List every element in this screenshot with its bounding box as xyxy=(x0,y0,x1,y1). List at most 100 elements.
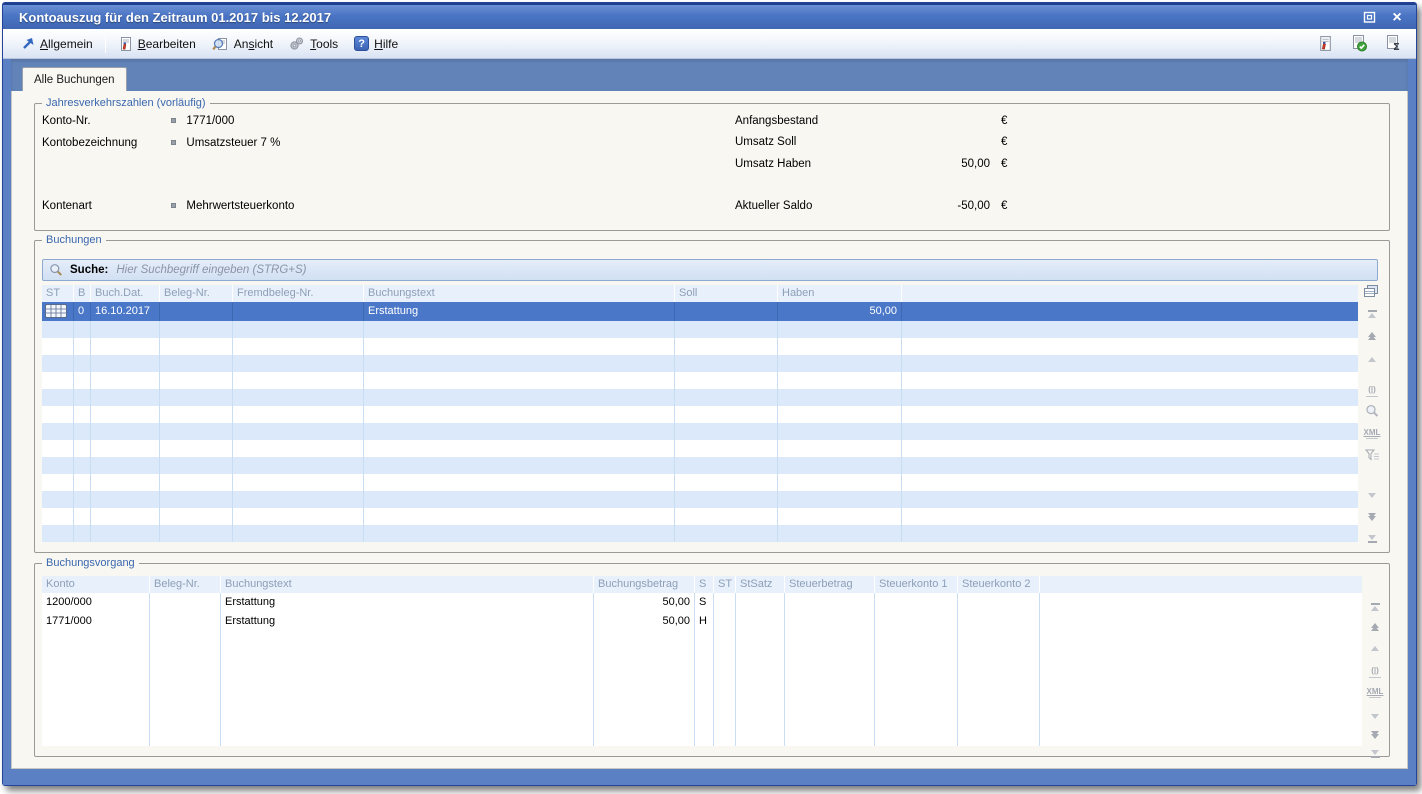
cell xyxy=(902,372,1358,389)
cell xyxy=(42,508,74,525)
booking-row-empty[interactable] xyxy=(42,355,1358,372)
row-up-icon[interactable] xyxy=(1363,351,1381,367)
column-header-konto[interactable]: Konto xyxy=(42,576,150,593)
cell xyxy=(233,372,364,389)
column-header-fremdbeleg[interactable]: Fremdbeleg-Nr. xyxy=(233,285,364,302)
booking-row-empty[interactable] xyxy=(42,389,1358,406)
adjust-width-icon[interactable]: (|) xyxy=(1363,383,1381,399)
cell xyxy=(160,508,233,525)
view-magnifier-icon xyxy=(212,36,229,52)
restore-window-icon[interactable] xyxy=(1360,9,1378,26)
booking-row-empty[interactable] xyxy=(42,440,1358,457)
booking-row-selected[interactable]: 0 16.10.2017 Erstattung 50,00 xyxy=(42,302,1358,321)
booking-row-empty[interactable] xyxy=(42,406,1358,423)
select-columns-icon[interactable] xyxy=(1362,283,1380,299)
menu-ansicht[interactable]: Ansicht xyxy=(204,33,281,55)
cell xyxy=(91,355,160,372)
cell xyxy=(233,474,364,491)
cell xyxy=(364,525,675,542)
grid-record-icon xyxy=(45,304,73,318)
close-window-icon[interactable]: × xyxy=(1388,9,1406,26)
filter-icon[interactable] xyxy=(1363,447,1381,463)
cell xyxy=(778,423,902,440)
booking-row-empty[interactable] xyxy=(42,508,1358,525)
column-header-stsatz[interactable]: StSatz xyxy=(736,576,785,593)
cell xyxy=(778,355,902,372)
tab-alle-buchungen[interactable]: Alle Buchungen xyxy=(22,67,127,91)
booking-row-empty[interactable] xyxy=(42,372,1358,389)
document-check-icon[interactable] xyxy=(1348,32,1370,54)
cell xyxy=(233,525,364,542)
cell xyxy=(74,474,91,491)
scroll-bottom-icon[interactable] xyxy=(1363,531,1381,547)
column-header-s[interactable]: S xyxy=(695,576,714,593)
row-down-icon[interactable] xyxy=(1363,487,1381,503)
menu-tools[interactable]: Tools xyxy=(281,33,346,54)
menu-allgemein[interactable]: Allgemein xyxy=(13,34,101,54)
cell xyxy=(233,338,364,355)
search-input[interactable]: Suche: Hier Suchbegriff eingeben (STRG+S… xyxy=(42,259,1378,281)
booking-row-empty[interactable] xyxy=(42,474,1358,491)
xml-export-icon[interactable]: XML xyxy=(1366,684,1384,700)
content-panel: Jahresverkehrszahlen (vorläufig) Konto-N… xyxy=(11,91,1408,769)
window-controls: × xyxy=(1360,9,1406,26)
column-header-haben[interactable]: Haben xyxy=(778,285,902,302)
page-up-icon[interactable] xyxy=(1366,619,1384,635)
column-header-buchungstext[interactable]: Buchungstext xyxy=(364,285,675,302)
booking-row-empty[interactable] xyxy=(42,525,1358,542)
row-down-icon[interactable] xyxy=(1366,708,1384,724)
booking-row-empty[interactable] xyxy=(42,338,1358,355)
column-header-beleg[interactable]: Beleg-Nr. xyxy=(150,576,221,593)
scroll-top-icon[interactable] xyxy=(1363,305,1381,321)
booking-row-empty[interactable] xyxy=(42,321,1358,338)
tx-s: S xyxy=(695,593,714,612)
column-header-soll[interactable]: Soll xyxy=(675,285,778,302)
cell xyxy=(778,491,902,508)
column-header-st[interactable]: ST xyxy=(42,285,74,302)
zoom-icon[interactable] xyxy=(1363,403,1381,419)
tools-gears-icon xyxy=(289,36,305,51)
title-bar[interactable]: Kontoauszug für den Zeitraum 01.2017 bis… xyxy=(3,3,1416,29)
cell xyxy=(778,508,902,525)
adjust-width-icon[interactable]: (|) xyxy=(1366,664,1384,680)
cell xyxy=(91,406,160,423)
document-pen-icon[interactable] xyxy=(1314,32,1336,54)
column-header-steuerkonto2[interactable]: Steuerkonto 2 xyxy=(958,576,1040,593)
booking-row-empty[interactable] xyxy=(42,423,1358,440)
column-header-steuerbetrag[interactable]: Steuerbetrag xyxy=(785,576,875,593)
cell xyxy=(91,491,160,508)
page-up-icon[interactable] xyxy=(1363,328,1381,344)
help-icon: ? xyxy=(354,36,369,51)
row-up-icon[interactable] xyxy=(1366,640,1384,656)
currency-symbol: € xyxy=(1001,158,1007,170)
cell xyxy=(233,406,364,423)
column-header-buchungsbetrag[interactable]: Buchungsbetrag xyxy=(594,576,695,593)
page-down-icon[interactable] xyxy=(1366,727,1384,743)
scroll-top-icon[interactable] xyxy=(1366,598,1384,614)
xml-export-icon[interactable]: XML xyxy=(1363,425,1381,441)
column-header-steuerkonto1[interactable]: Steuerkonto 1 xyxy=(875,576,958,593)
tx-text: Erstattung xyxy=(221,593,594,612)
menu-hilfe[interactable]: ? Hilfe xyxy=(346,33,406,54)
field-umsatz-haben-label: Umsatz Haben xyxy=(735,158,811,170)
currency-symbol: € xyxy=(1001,200,1007,212)
column-header-buchungstext[interactable]: Buchungstext xyxy=(221,576,594,593)
cell xyxy=(233,457,364,474)
menu-bearbeiten[interactable]: Bearbeiten xyxy=(110,33,204,55)
document-sigma-icon[interactable]: Σ xyxy=(1382,32,1404,54)
booking-row-empty[interactable] xyxy=(42,457,1358,474)
column-header-beleg[interactable]: Beleg-Nr. xyxy=(160,285,233,302)
transaction-row[interactable]: 1200/000 Erstattung 50,00 S xyxy=(42,593,1362,612)
cell xyxy=(42,525,74,542)
column-header-buchdat[interactable]: Buch.Dat. xyxy=(91,285,160,302)
scroll-bottom-icon[interactable] xyxy=(1366,746,1384,762)
cell xyxy=(675,372,778,389)
booking-row-empty[interactable] xyxy=(42,491,1358,508)
cell xyxy=(233,389,364,406)
cell xyxy=(778,525,902,542)
cell xyxy=(74,508,91,525)
column-header-st[interactable]: ST xyxy=(714,576,736,593)
transaction-row[interactable]: 1771/000 Erstattung 50,00 H xyxy=(42,612,1362,631)
page-down-icon[interactable] xyxy=(1363,509,1381,525)
column-header-b[interactable]: B xyxy=(74,285,91,302)
